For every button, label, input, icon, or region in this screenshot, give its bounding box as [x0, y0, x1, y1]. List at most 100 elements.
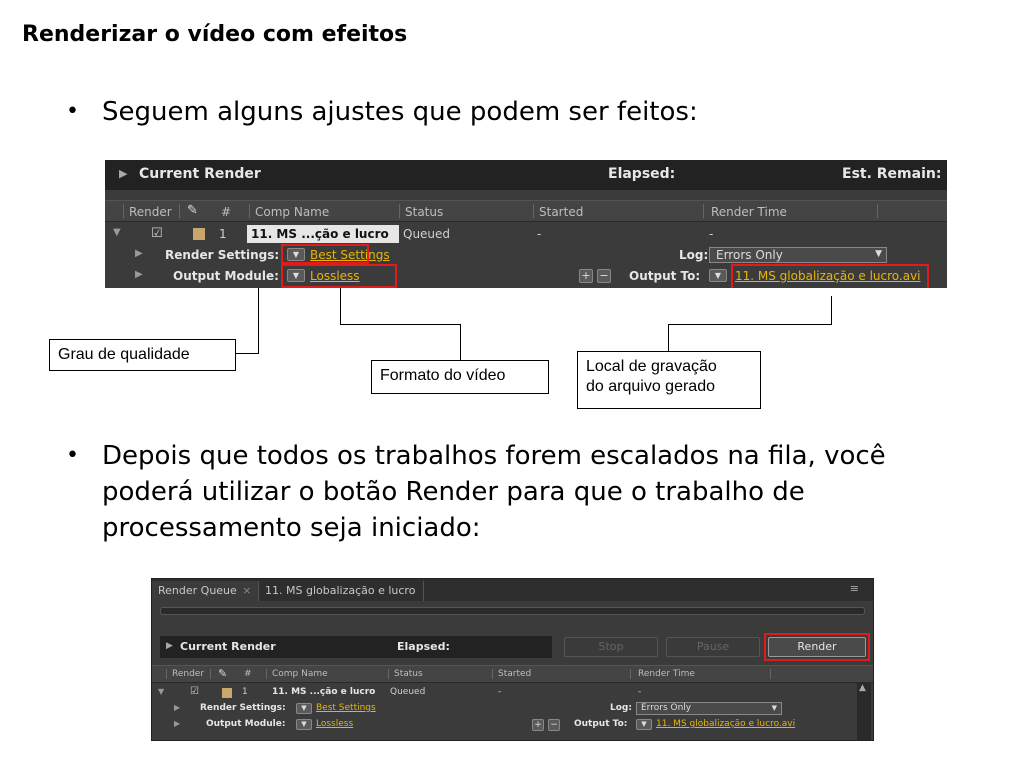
highlight-output-to: [731, 264, 929, 288]
tab-comp[interactable]: 11. MS globalização e lucro: [258, 581, 424, 601]
est-remain-label: Est. Remain:: [842, 166, 942, 182]
started-cell: -: [498, 687, 502, 697]
current-render-bar: ▶ Current Render Elapsed: Est. Remain:: [105, 160, 947, 190]
render-checkbox[interactable]: ☑: [151, 226, 163, 241]
started-cell: -: [537, 227, 542, 241]
bullet-2-text: Depois que todos os trabalhos forem esca…: [102, 441, 886, 543]
column-render[interactable]: Render: [172, 669, 204, 679]
current-render-label: Current Render: [180, 640, 276, 653]
dropdown-arrow-icon[interactable]: ▼: [296, 703, 312, 714]
bullet-dot: •: [66, 443, 79, 468]
scrollbar[interactable]: ▲: [857, 683, 871, 740]
elapsed-label: Elapsed:: [608, 166, 676, 182]
remove-output-icon[interactable]: −: [548, 719, 560, 731]
dropdown-arrow-icon[interactable]: ▼: [636, 719, 652, 730]
log-dropdown[interactable]: Errors Only ▼: [636, 702, 782, 715]
pause-button[interactable]: Pause: [666, 637, 760, 657]
comp-name-cell[interactable]: 11. MS ...ção e lucro: [251, 227, 389, 241]
expand-triangle-icon[interactable]: ▶: [174, 719, 180, 728]
item-number: 1: [242, 687, 248, 697]
output-module-label: Output Module:: [173, 269, 279, 283]
collapse-triangle-icon[interactable]: ▼: [113, 227, 121, 238]
expand-triangle-icon[interactable]: ▶: [174, 703, 180, 712]
comp-name-cell[interactable]: 11. MS ...ção e lucro: [272, 687, 375, 697]
queue-item-row[interactable]: ▼ ☑ 1 11. MS ...ção e lucro Queued - -: [152, 685, 873, 701]
expand-triangle-icon[interactable]: ▶: [135, 269, 143, 280]
elapsed-label: Elapsed:: [397, 640, 450, 653]
expand-triangle-icon[interactable]: ▶: [166, 641, 173, 651]
dropdown-arrow-icon[interactable]: ▼: [709, 269, 727, 282]
column-comp-name[interactable]: Comp Name: [255, 205, 329, 219]
column-render[interactable]: Render: [129, 205, 172, 219]
column-status[interactable]: Status: [394, 669, 423, 679]
callout-location-line-1: Local de gravação: [586, 358, 717, 375]
log-value: Errors Only: [716, 248, 783, 262]
column-header: Render ✎ # Comp Name Status Started Rend…: [105, 200, 947, 222]
label-tag-icon[interactable]: ✎: [218, 667, 227, 680]
queue-item-row[interactable]: ▼ ☑ 1 11. MS ...ção e lucro Queued - -: [105, 224, 947, 244]
highlight-render-settings: [281, 244, 369, 264]
chevron-down-icon: ▼: [771, 704, 777, 712]
column-comp-name[interactable]: Comp Name: [272, 669, 328, 679]
log-value: Errors Only: [641, 703, 692, 713]
column-render-time[interactable]: Render Time: [711, 205, 787, 219]
log-label: Log:: [679, 248, 709, 262]
label-color-swatch[interactable]: [222, 688, 232, 698]
render-settings-value[interactable]: Best Settings: [316, 703, 376, 713]
output-module-value[interactable]: Lossless: [316, 719, 353, 729]
panel-menu-icon[interactable]: ≡: [850, 582, 859, 595]
render-time-cell: -: [638, 687, 642, 697]
tab-bar: Render Queue × 11. MS globalização e luc…: [152, 579, 873, 601]
render-checkbox[interactable]: ☑: [190, 686, 199, 697]
render-settings-row: ▶ Render Settings: ▼ Best Settings Log: …: [105, 246, 947, 264]
bullet-1: • Seguem alguns ajustes que podem ser fe…: [66, 94, 966, 134]
highlight-render-button: [764, 633, 870, 661]
render-settings-label: Render Settings:: [200, 703, 286, 713]
callout-format-text: Formato do vídeo: [380, 367, 506, 384]
render-queue-panel: ▶ Current Render Elapsed: Est. Remain: R…: [105, 160, 947, 288]
column-started[interactable]: Started: [498, 669, 531, 679]
output-module-label: Output Module:: [206, 719, 286, 729]
expand-triangle-icon[interactable]: ▶: [135, 248, 143, 259]
current-render-label: Current Render: [139, 166, 261, 182]
bullet-dot: •: [66, 99, 79, 124]
column-render-time[interactable]: Render Time: [638, 669, 695, 679]
render-settings-label: Render Settings:: [165, 248, 280, 262]
render-queue-window: Render Queue × 11. MS globalização e luc…: [151, 578, 874, 741]
render-time-cell: -: [709, 227, 714, 241]
label-color-swatch[interactable]: [193, 228, 205, 240]
label-tag-icon[interactable]: ✎: [187, 203, 198, 218]
tab-comp-label: 11. MS globalização e lucro: [265, 584, 416, 597]
column-started[interactable]: Started: [539, 205, 583, 219]
status-cell: Queued: [390, 687, 426, 697]
callout-format: Formato do vídeo: [371, 360, 549, 394]
scroll-up-icon[interactable]: ▲: [859, 683, 866, 693]
stop-button[interactable]: Stop: [564, 637, 658, 657]
add-output-icon[interactable]: +: [579, 269, 593, 283]
output-to-label: Output To:: [574, 719, 628, 729]
bullet-1-text: Seguem alguns ajustes que podem ser feit…: [102, 97, 698, 127]
expand-triangle-icon[interactable]: ▶: [119, 167, 127, 180]
current-render-bar: ▶ Current Render Elapsed:: [160, 636, 552, 658]
callout-location-line-2: do arquivo gerado: [586, 378, 715, 395]
bullet-2: • Depois que todos os trabalhos forem es…: [66, 438, 966, 558]
tab-render-queue-label: Render Queue: [158, 584, 237, 597]
close-icon[interactable]: ×: [242, 584, 251, 597]
callout-quality: Grau de qualidade: [49, 339, 236, 371]
chevron-down-icon: ▼: [875, 249, 882, 259]
column-status[interactable]: Status: [405, 205, 443, 219]
column-header: Render ✎ # Comp Name Status Started Rend…: [152, 665, 873, 683]
column-number[interactable]: #: [221, 205, 231, 219]
collapse-triangle-icon[interactable]: ▼: [158, 687, 164, 696]
output-to-value[interactable]: 11. MS globalização e lucro.avi: [656, 719, 795, 729]
add-output-icon[interactable]: +: [532, 719, 544, 731]
tab-render-queue[interactable]: Render Queue ×: [152, 581, 258, 601]
item-number: 1: [219, 227, 227, 241]
output-to-label: Output To:: [629, 269, 701, 283]
log-dropdown[interactable]: Errors Only ▼: [709, 247, 887, 263]
remove-output-icon[interactable]: −: [597, 269, 611, 283]
highlight-output-module: [281, 264, 397, 288]
status-cell: Queued: [403, 227, 451, 241]
column-number[interactable]: #: [244, 669, 252, 679]
dropdown-arrow-icon[interactable]: ▼: [296, 719, 312, 730]
